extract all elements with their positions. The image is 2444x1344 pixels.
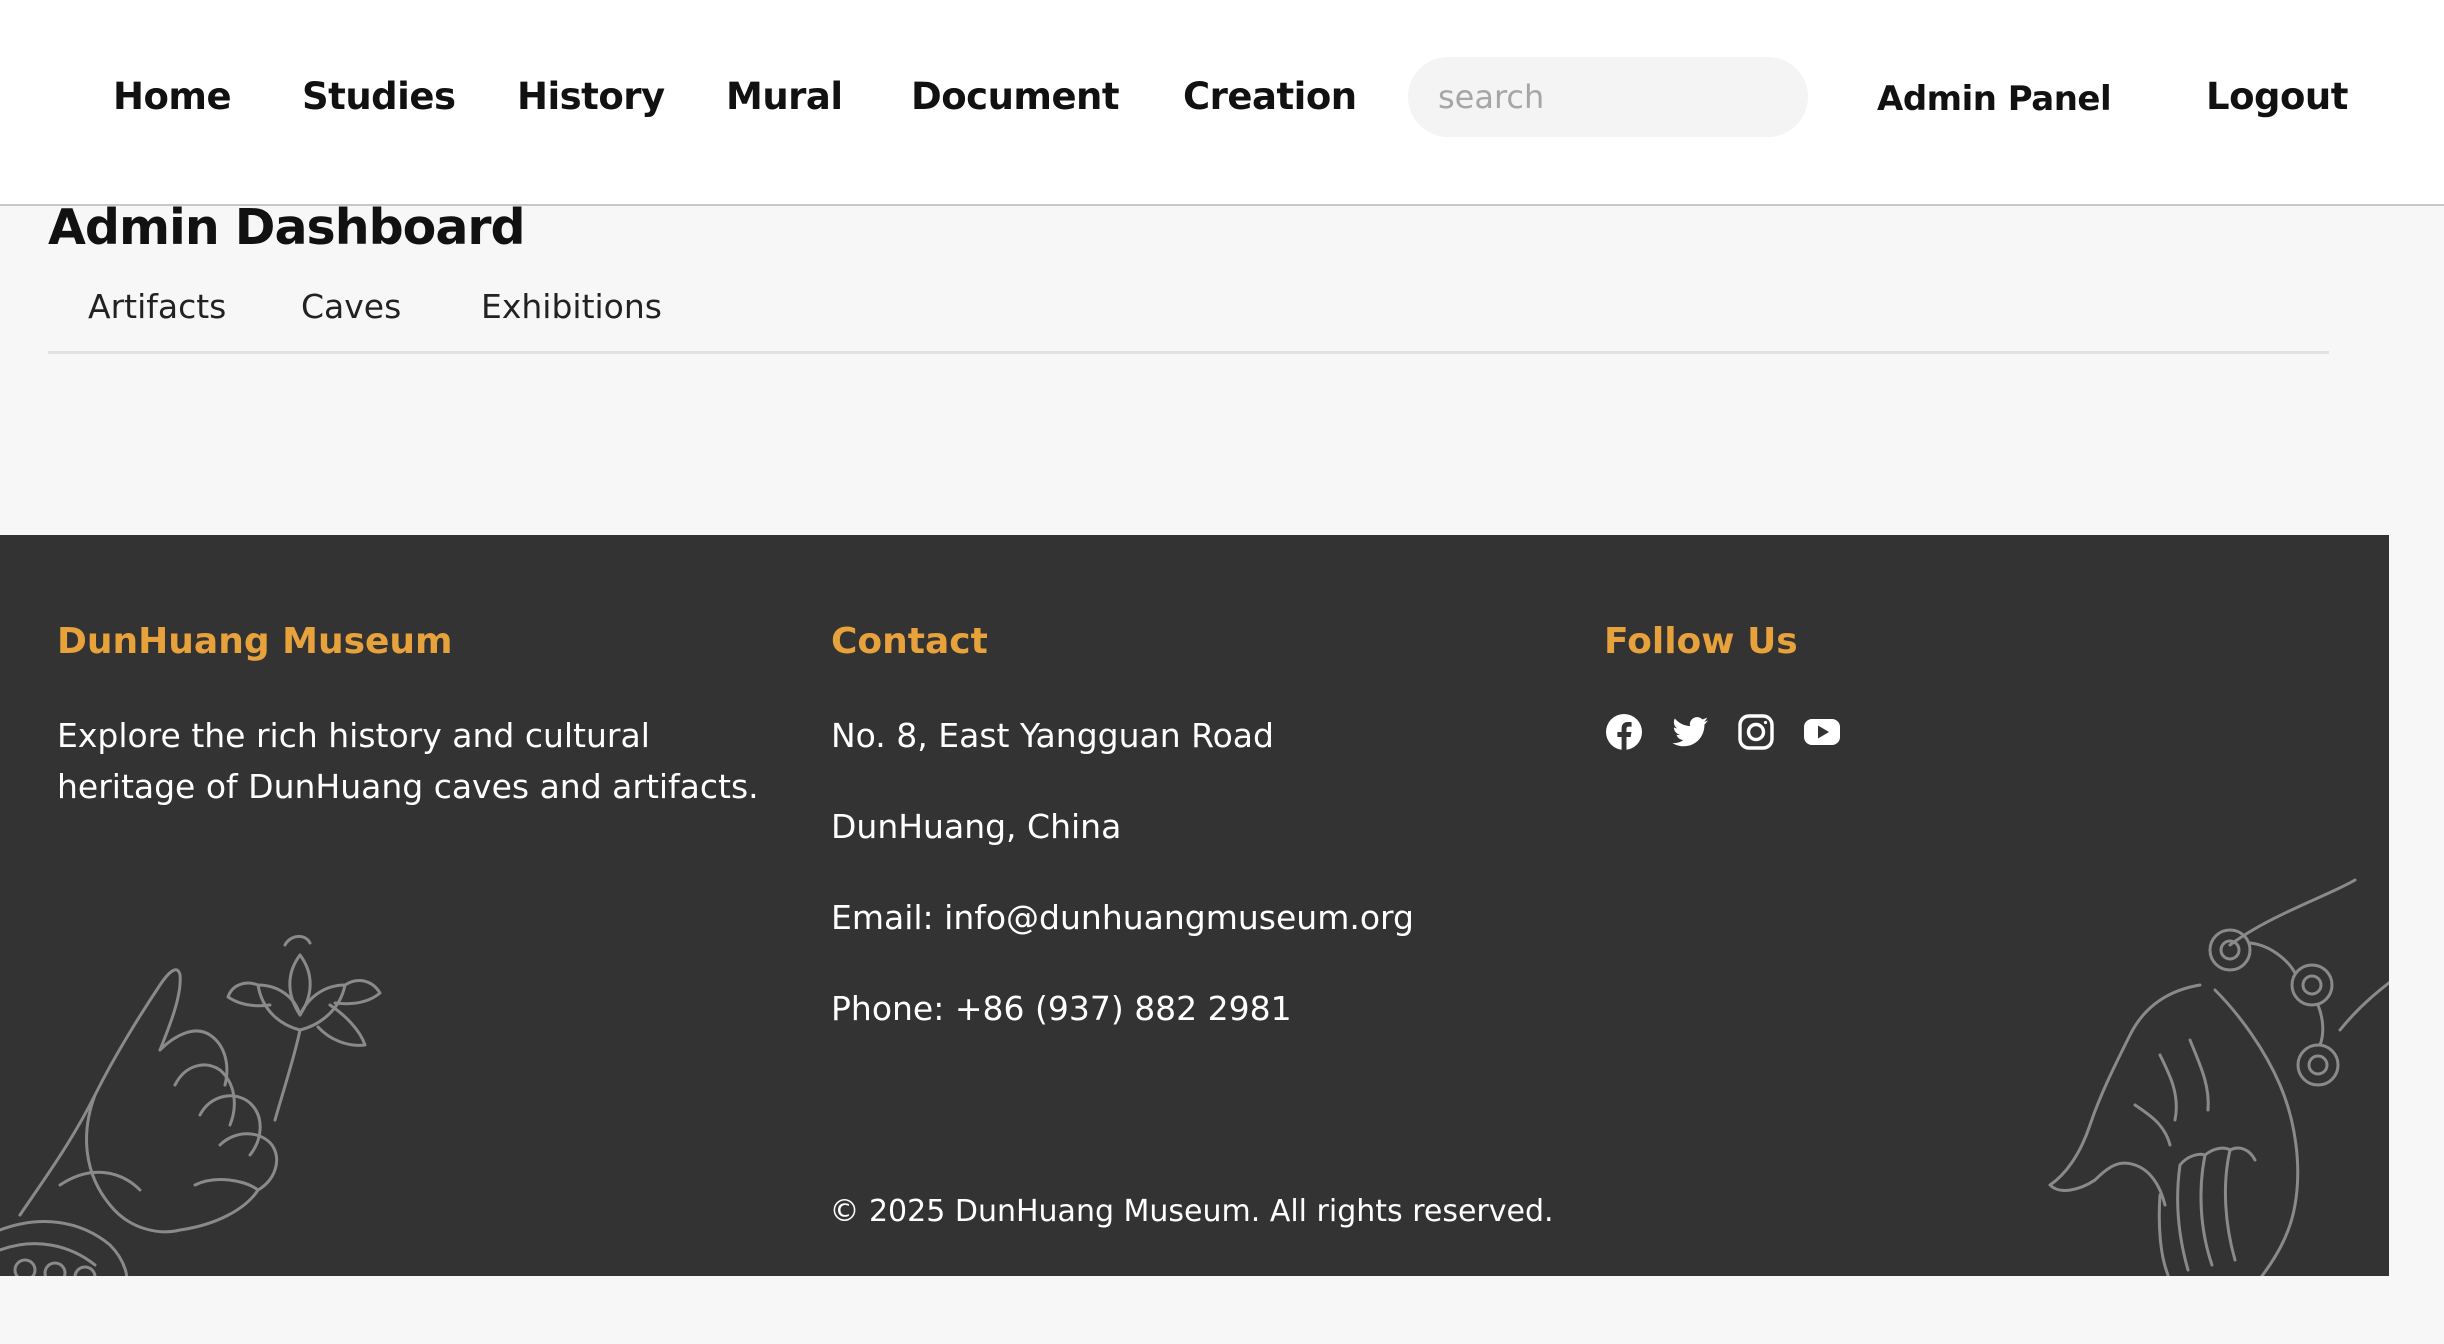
nav-link-studies[interactable]: Studies	[302, 72, 456, 122]
tab-caves[interactable]: Caves	[301, 284, 401, 330]
facebook-icon[interactable]	[1604, 712, 1644, 752]
page-title: Admin Dashboard	[48, 199, 526, 256]
youtube-icon[interactable]	[1802, 712, 1842, 752]
contact-city: DunHuang, China	[831, 807, 1122, 846]
copyright-text: © 2025 DunHuang Museum. All rights reser…	[829, 1194, 1554, 1229]
instagram-icon[interactable]	[1736, 712, 1776, 752]
site-footer: DunHuang Museum Explore the rich history…	[0, 535, 2389, 1276]
logout-link[interactable]: Logout	[2206, 72, 2348, 122]
tab-artifacts[interactable]: Artifacts	[88, 284, 226, 330]
footer-follow-heading: Follow Us	[1604, 621, 1798, 662]
search-input[interactable]	[1408, 57, 1808, 137]
nav-link-home[interactable]: Home	[113, 72, 232, 122]
twitter-icon[interactable]	[1670, 712, 1710, 752]
nav-link-creation[interactable]: Creation	[1183, 72, 1357, 122]
contact-address: No. 8, East Yangguan Road	[831, 716, 1274, 755]
footer-about-text: Explore the rich history and cultural he…	[57, 716, 759, 806]
top-navigation: Home Studies History Mural Document Crea…	[0, 0, 2444, 206]
contact-phone: Phone: +86 (937) 882 2981	[831, 989, 1292, 1028]
nav-link-mural[interactable]: Mural	[726, 72, 843, 122]
footer-about-heading: DunHuang Museum	[57, 621, 453, 662]
footer-contact-heading: Contact	[831, 621, 988, 662]
admin-panel-link[interactable]: Admin Panel	[1877, 74, 2112, 124]
nav-link-history[interactable]: History	[517, 72, 665, 122]
tab-exhibitions[interactable]: Exhibitions	[481, 284, 662, 330]
nav-link-document[interactable]: Document	[911, 72, 1120, 122]
contact-email[interactable]: Email: info@dunhuangmuseum.org	[831, 893, 1414, 943]
tabs-divider	[48, 351, 2329, 354]
